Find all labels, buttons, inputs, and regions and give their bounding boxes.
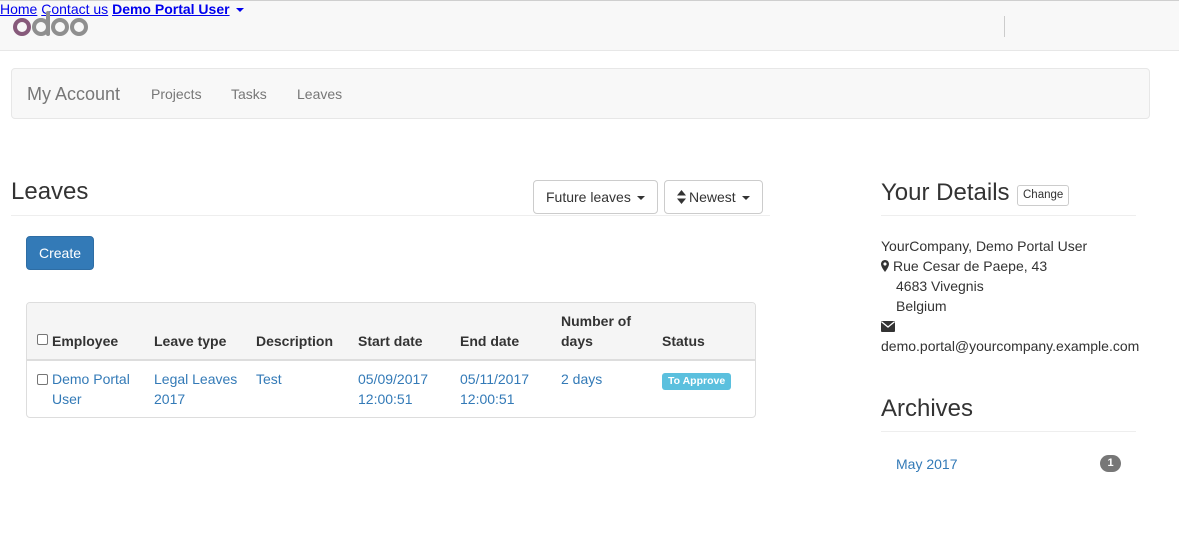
sort-dropdown-label: Newest — [689, 189, 736, 205]
archives-title: Archives — [881, 395, 974, 422]
map-marker-icon — [881, 260, 889, 272]
header-days-line1: Number of — [561, 313, 631, 329]
details-divider — [881, 215, 1136, 216]
my-account-link[interactable]: My Account — [27, 84, 120, 105]
status-badge: To Approve — [662, 373, 732, 390]
archive-count-badge: 1 — [1100, 455, 1121, 472]
leave-type-line1: Legal Leaves — [154, 371, 238, 387]
row-checkbox[interactable] — [37, 374, 48, 385]
row-days-link[interactable]: 2 days — [561, 369, 602, 389]
row-start-date-link[interactable]: 05/09/2017 12:00:51 — [358, 369, 428, 409]
odoo-logo[interactable] — [12, 10, 90, 43]
sort-dropdown-button[interactable]: Newest — [664, 180, 763, 214]
header-employee[interactable]: Employee — [52, 331, 118, 351]
subnav-item-leaves[interactable]: Leaves — [297, 86, 342, 102]
address-company-line: YourCompany, Demo Portal User — [881, 238, 1088, 254]
employee-line2: User — [52, 391, 82, 407]
filter-dropdown-button[interactable]: Future leaves — [533, 180, 658, 214]
address-city: 4683 Vivegnis — [896, 278, 984, 294]
top-navbar: Home Contact us Demo Portal User — [0, 0, 1179, 51]
row-employee-link[interactable]: Demo Portal User — [52, 369, 130, 409]
leave-type-line2: 2017 — [154, 391, 186, 407]
row-description-link[interactable]: Test — [256, 369, 282, 389]
header-number-of-days[interactable]: Number of days — [561, 311, 631, 351]
nav-separator — [1004, 16, 1005, 37]
header-status[interactable]: Status — [662, 331, 705, 351]
create-button[interactable]: Create — [26, 236, 94, 270]
envelope-icon-wrap — [881, 316, 895, 336]
header-description[interactable]: Description — [256, 331, 333, 351]
start-time-line: 12:00:51 — [358, 391, 413, 407]
address-country: Belgium — [896, 298, 947, 314]
header-start-date[interactable]: Start date — [358, 331, 423, 351]
row-end-date-link[interactable]: 05/11/2017 12:00:51 — [460, 369, 529, 409]
sort-icon — [677, 190, 686, 204]
archives-divider — [881, 431, 1136, 432]
header-leave-type[interactable]: Leave type — [154, 331, 226, 351]
odoo-logo-mark — [13, 11, 88, 36]
caret-down-icon — [741, 196, 750, 201]
caret-down-icon — [636, 196, 645, 201]
envelope-icon — [881, 321, 895, 332]
subnav-item-tasks[interactable]: Tasks — [231, 86, 267, 102]
your-details-title: Your Details — [881, 179, 1010, 206]
select-all-checkbox[interactable] — [37, 334, 48, 345]
page-title: Leaves — [11, 178, 89, 205]
row-leave-type-link[interactable]: Legal Leaves 2017 — [154, 369, 237, 409]
change-details-button[interactable]: Change — [1017, 185, 1070, 206]
address-street: Rue Cesar de Paepe, 43 — [881, 256, 1047, 276]
end-time-line: 12:00:51 — [460, 391, 515, 407]
user-menu-label: Demo Portal User — [112, 1, 230, 17]
user-menu-dropdown[interactable]: Demo Portal User — [112, 1, 244, 17]
address-street-text: Rue Cesar de Paepe, 43 — [893, 258, 1048, 274]
leaves-table: Employee Leave type Description Start da… — [26, 302, 756, 418]
account-navbar: My Account Projects Tasks Leaves — [11, 68, 1150, 119]
table-header: Employee Leave type Description Start da… — [27, 303, 755, 361]
subnav-item-projects[interactable]: Projects — [151, 86, 202, 102]
filter-dropdown-label: Future leaves — [546, 189, 631, 205]
start-date-line: 05/09/2017 — [358, 371, 429, 387]
end-date-line: 05/11/2017 — [460, 371, 530, 387]
address-email: demo.portal@yourcompany.example.com — [881, 338, 1140, 354]
header-days-line2: days — [561, 333, 593, 349]
employee-line1: Demo Portal — [52, 371, 130, 387]
caret-down-icon — [235, 8, 244, 13]
header-end-date[interactable]: End date — [460, 331, 519, 351]
heading-divider — [11, 215, 770, 216]
archive-item-may-2017[interactable]: May 2017 — [896, 454, 957, 474]
